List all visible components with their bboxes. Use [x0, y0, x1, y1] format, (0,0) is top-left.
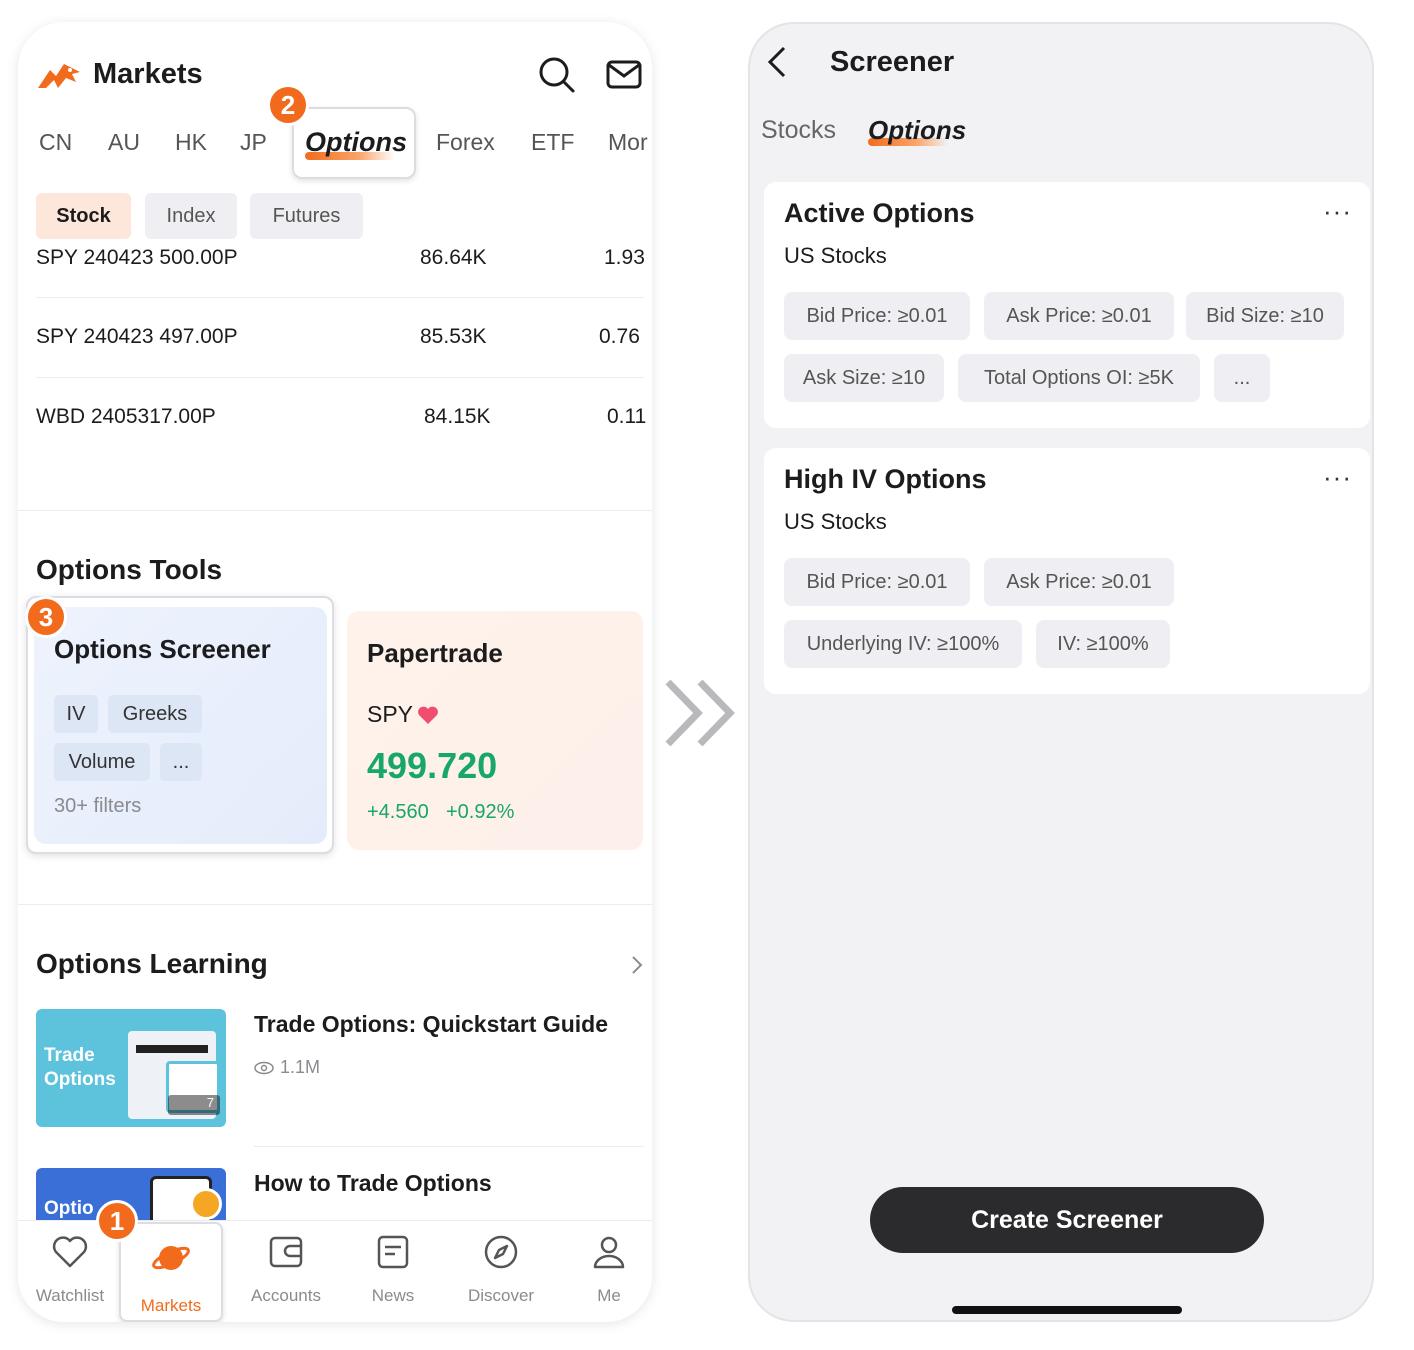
- search-icon[interactable]: [536, 54, 576, 94]
- row-divider: [36, 297, 644, 298]
- thumb-text: Options: [44, 1069, 116, 1090]
- person-icon: [593, 1236, 625, 1269]
- row-volume: 86.64K: [420, 246, 487, 269]
- papertrade-title: Papertrade: [367, 638, 503, 668]
- section-divider: [18, 510, 652, 511]
- card-title: Active Options: [784, 198, 975, 228]
- thumb-text: Trade: [44, 1045, 95, 1066]
- chip-index[interactable]: Index: [145, 193, 237, 239]
- filter-chip: Bid Price: ≥0.01: [784, 558, 970, 606]
- options-screener-title: Options Screener: [54, 634, 271, 664]
- tab-hk[interactable]: HK: [175, 129, 207, 156]
- more-icon[interactable]: ···: [1323, 462, 1352, 493]
- row-divider: [36, 377, 644, 378]
- screener-tag: IV: [54, 695, 98, 733]
- tab-options[interactable]: Options: [305, 127, 407, 158]
- tab-options[interactable]: Options: [868, 115, 966, 146]
- card-subtitle: US Stocks: [784, 243, 887, 268]
- thumb-badge: 7: [168, 1095, 220, 1115]
- row-volume: 84.15K: [424, 405, 491, 428]
- nav-news[interactable]: News: [343, 1220, 443, 1322]
- papertrade-symbol: SPY: [367, 701, 414, 727]
- more-icon[interactable]: ···: [1323, 196, 1352, 227]
- tab-stocks[interactable]: Stocks: [761, 116, 836, 145]
- tab-more[interactable]: Mor: [608, 129, 652, 156]
- filter-chip: Ask Size: ≥10: [784, 354, 944, 402]
- section-divider: [18, 904, 652, 905]
- papertrade-change: +4.560: [367, 801, 429, 823]
- news-icon: [377, 1235, 409, 1269]
- options-tools-title: Options Tools: [36, 554, 223, 585]
- thumb-text: Optio: [44, 1198, 94, 1219]
- row-symbol[interactable]: SPY 240423 500.00P: [36, 246, 238, 270]
- nav-markets[interactable]: Markets: [121, 1220, 221, 1322]
- filter-chip: Ask Price: ≥0.01: [984, 558, 1174, 606]
- chip-stock[interactable]: Stock: [36, 193, 131, 239]
- screener-tag: Volume: [54, 743, 150, 781]
- step-badge-1: 1: [96, 1200, 138, 1242]
- tab-forex[interactable]: Forex: [436, 129, 495, 156]
- double-chevron-right-icon: [665, 679, 735, 747]
- create-screener-button[interactable]: Create Screener: [870, 1187, 1264, 1253]
- back-arrow-icon[interactable]: [764, 44, 790, 80]
- nav-accounts[interactable]: Accounts: [236, 1220, 336, 1322]
- step-badge-2: 2: [267, 84, 309, 126]
- filter-chip: Total Options OI: ≥5K: [958, 354, 1200, 402]
- learning-views: 1.1M: [280, 1057, 321, 1077]
- chevron-right-icon[interactable]: [628, 954, 646, 976]
- options-learning-title: Options Learning: [36, 948, 268, 979]
- compass-icon: [484, 1235, 518, 1269]
- eye-icon: [254, 1061, 274, 1075]
- learning-title[interactable]: How to Trade Options: [254, 1170, 492, 1197]
- tab-etf[interactable]: ETF: [531, 129, 574, 156]
- card-subtitle: US Stocks: [784, 509, 887, 534]
- heart-outline-icon: [52, 1236, 88, 1268]
- row-price: 1.93: [604, 246, 645, 269]
- screener-tag: Greeks: [108, 695, 202, 733]
- row-symbol[interactable]: SPY 240423 497.00P: [36, 325, 238, 349]
- mail-icon[interactable]: [604, 54, 644, 94]
- papertrade-change-pct: +0.92%: [446, 801, 515, 823]
- card-title: High IV Options: [784, 464, 987, 494]
- nav-me[interactable]: Me: [559, 1220, 652, 1322]
- chip-futures[interactable]: Futures: [250, 193, 363, 239]
- row-divider: [254, 1146, 644, 1147]
- planet-icon: [152, 1246, 190, 1270]
- filter-chip: Bid Size: ≥10: [1186, 292, 1344, 340]
- papertrade-price: 499.720: [367, 745, 498, 786]
- row-price: 0.76: [599, 325, 640, 348]
- nav-discover[interactable]: Discover: [451, 1220, 551, 1322]
- nav-label: Accounts: [251, 1286, 321, 1305]
- tab-jp[interactable]: JP: [240, 129, 267, 156]
- screener-screen: Screener Stocks Options Active Options ·…: [748, 22, 1374, 1322]
- page-title: Markets: [93, 58, 203, 90]
- filter-chip: Underlying IV: ≥100%: [784, 620, 1022, 668]
- nav-label: News: [371, 1286, 415, 1305]
- wallet-icon: [269, 1236, 303, 1268]
- markets-screen: Markets CN AU HK JP Options Forex ETF Mo…: [18, 22, 652, 1322]
- learning-thumbnail[interactable]: Trade Options 7: [36, 1009, 226, 1127]
- page-title: Screener: [830, 46, 955, 78]
- app-logo-icon: [38, 64, 80, 88]
- screener-tag: ...: [160, 743, 202, 781]
- tab-cn[interactable]: CN: [39, 129, 72, 156]
- step-badge-3: 3: [25, 596, 67, 638]
- nav-label: Watchlist: [35, 1286, 105, 1305]
- row-symbol[interactable]: WBD 2405317.00P: [36, 405, 216, 429]
- filter-chip: Bid Price: ≥0.01: [784, 292, 970, 340]
- row-volume: 85.53K: [420, 325, 487, 348]
- filter-chip: IV: ≥100%: [1036, 620, 1170, 668]
- heart-icon: [418, 706, 438, 724]
- nav-label: Markets: [140, 1296, 202, 1315]
- tab-au[interactable]: AU: [108, 129, 140, 156]
- learning-title[interactable]: Trade Options: Quickstart Guide: [254, 1011, 608, 1038]
- filters-note: 30+ filters: [54, 795, 142, 817]
- home-indicator: [952, 1306, 1182, 1314]
- filter-chip: ...: [1214, 354, 1270, 402]
- nav-label: Me: [597, 1286, 621, 1305]
- row-price: 0.11: [607, 405, 647, 428]
- filter-chip: Ask Price: ≥0.01: [984, 292, 1174, 340]
- nav-label: Discover: [467, 1286, 535, 1305]
